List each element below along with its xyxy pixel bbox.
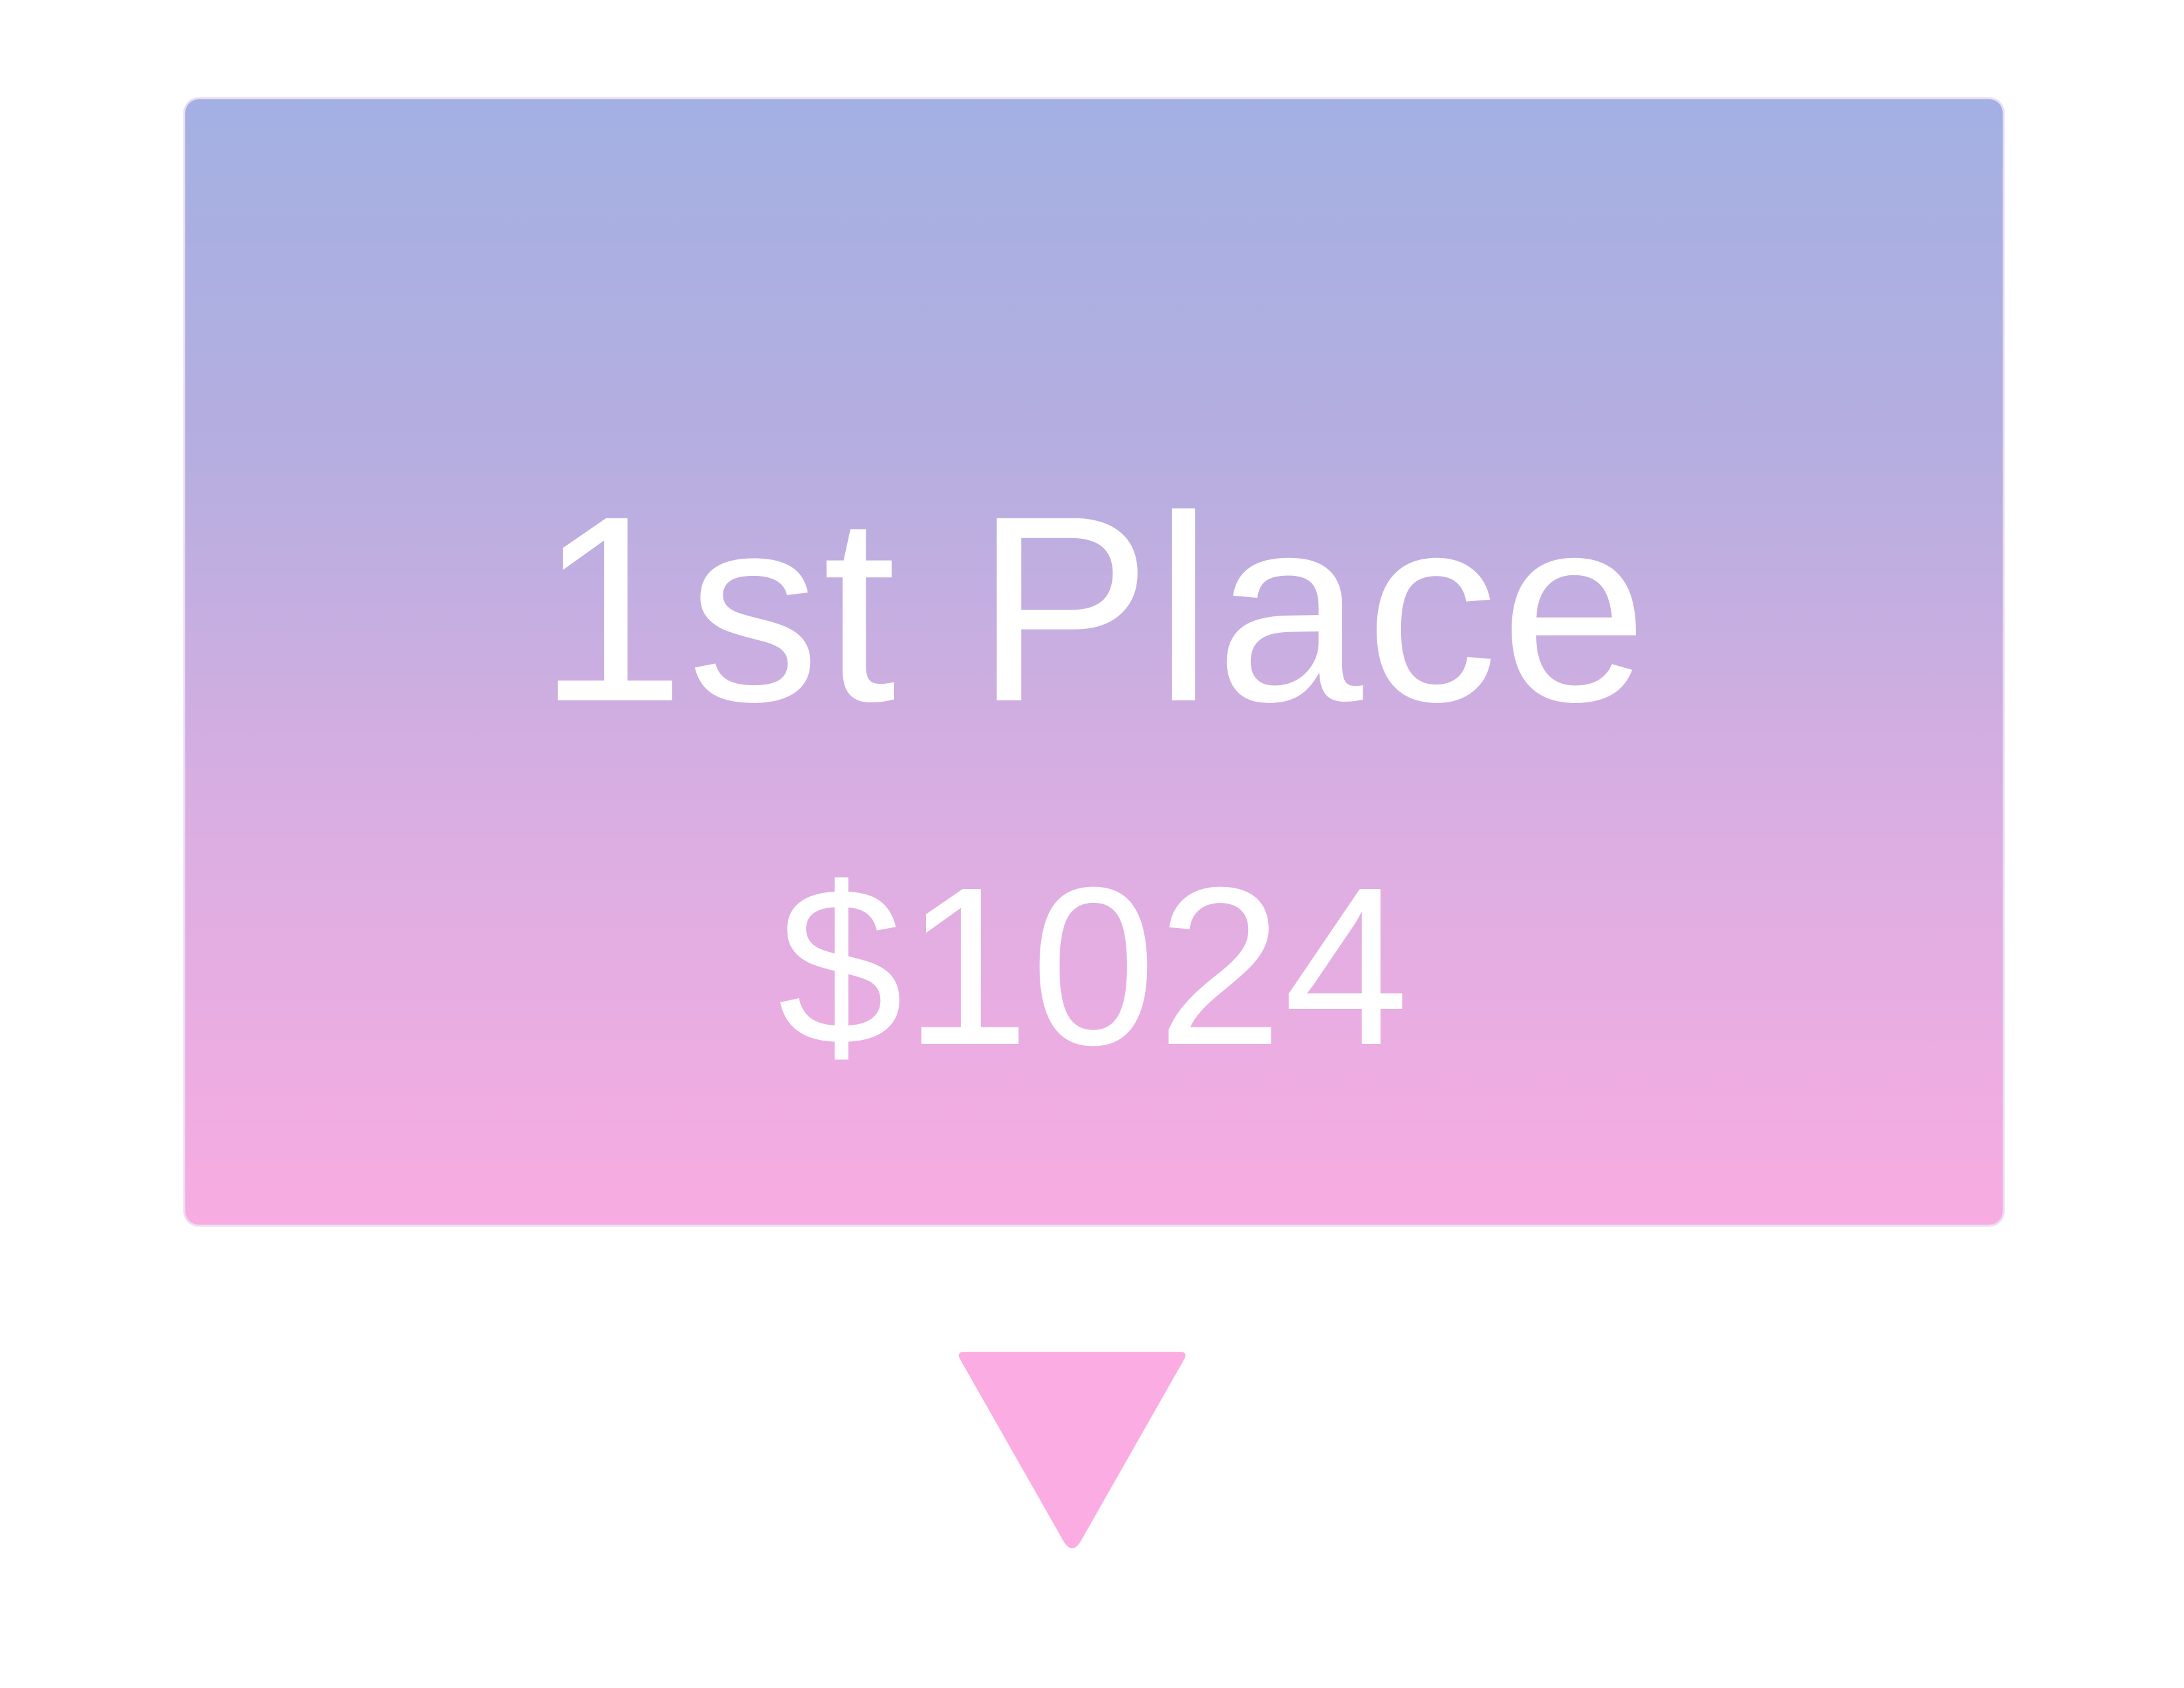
prize-title: 1st Place [537, 461, 1651, 757]
prize-card: 1st Place $1024 [185, 99, 2003, 1225]
down-triangle-icon [958, 1352, 1186, 1548]
prize-amount: $1024 [778, 841, 1410, 1092]
